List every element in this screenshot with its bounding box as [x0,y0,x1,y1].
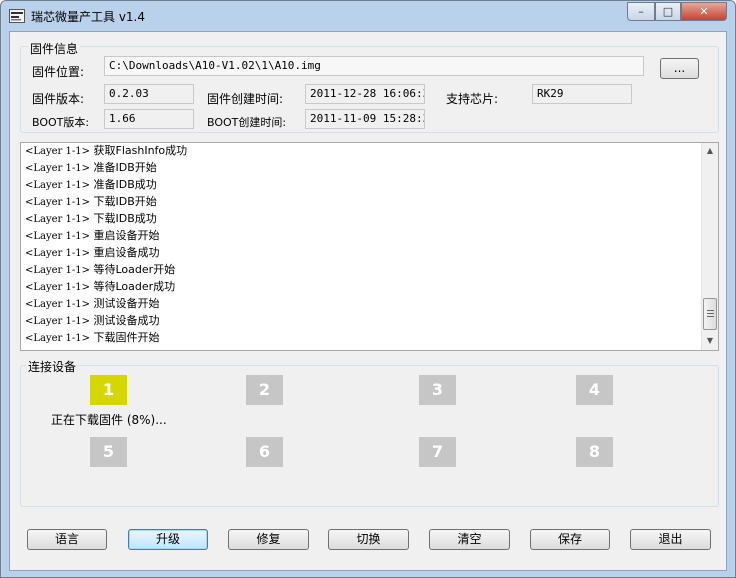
log-line-message: 下载IDB开始 [93,195,157,208]
title-bar[interactable]: 瑞芯微量产工具 v1.4 – □ ✕ [1,1,735,31]
device-slot-5: 5 [90,437,127,467]
clear-button[interactable]: 清空 [429,529,510,550]
log-lines: <Layer 1-1> 获取FlashInfo成功 <Layer 1-1> 准备I… [25,143,699,350]
boot-version-field: 1.66 [104,109,194,129]
firmware-version-field: 0.2.03 [104,84,194,104]
firmware-path-label: 固件位置: [32,65,85,79]
firmware-created-field: 2011-12-28 16:06:33 [305,84,425,104]
scroll-down-arrow-icon[interactable]: ▼ [702,333,718,349]
device-slot-8: 8 [576,437,613,467]
window-title: 瑞芯微量产工具 v1.4 [31,10,146,24]
maximize-button[interactable]: □ [655,2,681,21]
log-line-message: 测试设备成功 [93,314,160,327]
language-button[interactable]: 语言 [27,529,107,550]
log-line: <Layer 1-1> 获取FlashInfo成功 [25,143,699,160]
log-line-message: 等待Loader开始 [93,263,176,276]
maximize-icon: □ [662,5,674,18]
log-scrollbar[interactable]: ▲ ▼ [701,143,718,350]
log-line-message: 重启设备开始 [93,229,160,242]
log-line-tag: <Layer 1-1> [25,214,90,225]
firmware-created-label: 固件创建时间: [207,92,284,106]
device-slot-2: 2 [246,375,283,405]
log-line-message: 获取FlashInfo成功 [93,144,188,157]
close-button[interactable]: ✕ [681,2,727,21]
firmware-path-field[interactable]: C:\Downloads\A10-V1.02\1\A10.img [104,56,644,76]
supported-chip-field: RK29 [532,84,632,104]
download-status-text: 正在下载固件 (8%)... [51,413,167,427]
log-line-tag: <Layer 1-1> [25,248,90,259]
device-slot-7: 7 [419,437,456,467]
log-line-message: 下载IDB成功 [93,212,157,225]
log-line: <Layer 1-1> 测试设备成功 [25,313,699,330]
log-line-tag: <Layer 1-1> [25,333,90,344]
save-button[interactable]: 保存 [530,529,610,550]
scroll-thumb[interactable] [703,298,717,330]
log-line: <Layer 1-1> 重启设备开始 [25,228,699,245]
device-slot-3: 3 [419,375,456,405]
log-line-tag: <Layer 1-1> [25,146,90,157]
log-line: <Layer 1-1> 下载IDB成功 [25,211,699,228]
connected-devices-title: 连接设备 [26,358,79,375]
app-window: 瑞芯微量产工具 v1.4 – □ ✕ 固件信息 固件位置: C:\Downloa… [0,0,736,578]
switch-button[interactable]: 切换 [328,529,409,550]
log-line-tag: <Layer 1-1> [25,299,90,310]
boot-created-field: 2011-11-09 15:28:35 [305,109,425,129]
log-line-message: 重启设备成功 [93,246,160,259]
log-line-message: 测试设备开始 [93,297,160,310]
log-line-tag: <Layer 1-1> [25,316,90,327]
log-line: <Layer 1-1> 等待Loader成功 [25,279,699,296]
scroll-up-arrow-icon[interactable]: ▲ [702,143,718,159]
minimize-button[interactable]: – [627,2,655,21]
minimize-icon: – [638,5,644,18]
log-line-message: 等待Loader成功 [93,280,176,293]
log-line-tag: <Layer 1-1> [25,231,90,242]
exit-button[interactable]: 退出 [630,529,711,550]
boot-version-label: BOOT版本: [32,116,90,129]
browse-button[interactable]: ... [660,58,699,79]
log-line-tag: <Layer 1-1> [25,197,90,208]
log-line: <Layer 1-1> 测试设备开始 [25,296,699,313]
firmware-info-title: 固件信息 [28,40,81,57]
app-icon [9,9,25,23]
log-output[interactable]: <Layer 1-1> 获取FlashInfo成功 <Layer 1-1> 准备I… [20,142,719,351]
log-line-message: 准备IDB成功 [93,178,157,191]
firmware-version-label: 固件版本: [32,92,85,106]
device-slot-1: 1 [90,375,127,405]
log-line-tag: <Layer 1-1> [25,163,90,174]
device-slot-4: 4 [576,375,613,405]
log-line: <Layer 1-1> 准备IDB成功 [25,177,699,194]
repair-button[interactable]: 修复 [228,529,309,550]
log-line-message: 下载固件开始 [93,331,160,344]
log-line-message: 准备IDB开始 [93,161,157,174]
log-line: <Layer 1-1> 准备IDB开始 [25,160,699,177]
log-line: <Layer 1-1> 等待Loader开始 [25,262,699,279]
log-line: <Layer 1-1> 重启设备成功 [25,245,699,262]
boot-created-label: BOOT创建时间: [207,116,287,129]
client-area: 固件信息 固件位置: C:\Downloads\A10-V1.02\1\A10.… [9,31,727,571]
log-line-tag: <Layer 1-1> [25,180,90,191]
upgrade-button[interactable]: 升级 [128,529,208,550]
log-line-tag: <Layer 1-1> [25,265,90,276]
log-line-tag: <Layer 1-1> [25,282,90,293]
supported-chip-label: 支持芯片: [446,92,499,106]
device-slot-6: 6 [246,437,283,467]
log-line: <Layer 1-1> 下载IDB开始 [25,194,699,211]
close-icon: ✕ [699,5,709,18]
log-line: <Layer 1-1> 下载固件开始 [25,330,699,347]
